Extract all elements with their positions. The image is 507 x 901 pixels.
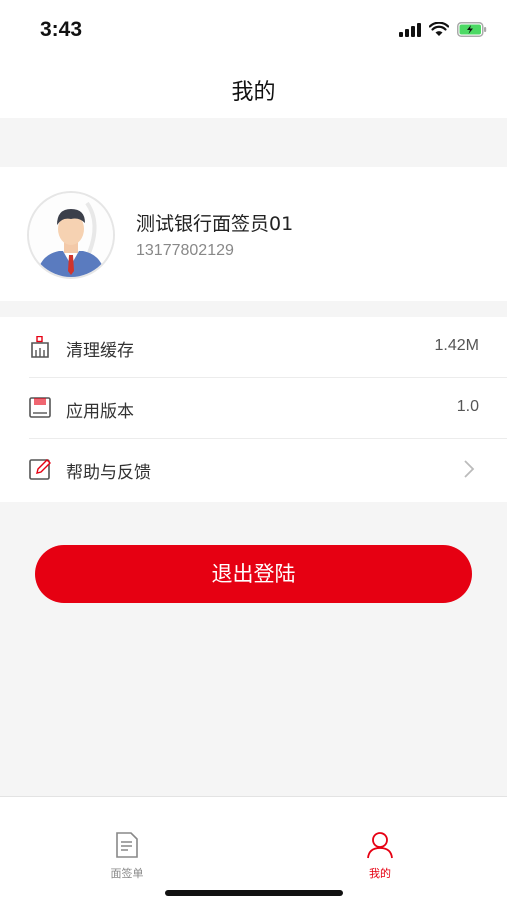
home-indicator	[165, 890, 343, 896]
menu-item-label: 帮助与反馈	[66, 463, 151, 483]
logout-button[interactable]: 退出登陆	[35, 545, 472, 603]
wifi-icon	[429, 22, 449, 36]
battery-icon	[457, 22, 487, 37]
profile-card[interactable]: 测试银行面签员01 13177802129	[0, 167, 507, 301]
tab-sign-orders[interactable]: 面签单	[87, 831, 167, 881]
version-icon	[29, 397, 51, 418]
menu-item-app-version[interactable]: 应用版本 1.0	[0, 378, 507, 439]
settings-menu: 清理缓存 1.42M 应用版本 1.0 帮助与反馈	[0, 317, 507, 502]
tab-mine[interactable]: 我的	[340, 831, 420, 881]
app-version-value: 1.0	[456, 398, 479, 415]
cache-size-value: 1.42M	[434, 337, 479, 354]
nav-bar: 我的	[0, 62, 507, 118]
tab-label: 面签单	[110, 867, 144, 880]
user-phone: 13177802129	[136, 242, 234, 259]
avatar[interactable]	[29, 193, 113, 277]
tab-bar: 面签单 我的	[0, 796, 507, 901]
tab-label: 我的	[369, 867, 391, 880]
status-bar: 3:43	[0, 0, 507, 62]
signal-icon	[399, 22, 421, 37]
page-title: 我的	[231, 80, 276, 105]
status-time: 3:43	[40, 18, 83, 41]
menu-item-help-feedback[interactable]: 帮助与反馈	[0, 439, 507, 500]
user-icon	[367, 832, 393, 859]
menu-item-label: 清理缓存	[66, 341, 134, 361]
user-name: 测试银行面签员01	[136, 213, 294, 235]
menu-item-clear-cache[interactable]: 清理缓存 1.42M	[0, 317, 507, 378]
edit-feedback-icon	[29, 459, 51, 480]
document-icon	[116, 832, 138, 858]
status-icons	[399, 22, 487, 37]
chevron-right-icon	[464, 460, 475, 478]
broom-icon	[31, 336, 49, 358]
avatar-person-icon	[29, 193, 113, 277]
menu-item-label: 应用版本	[66, 402, 134, 422]
